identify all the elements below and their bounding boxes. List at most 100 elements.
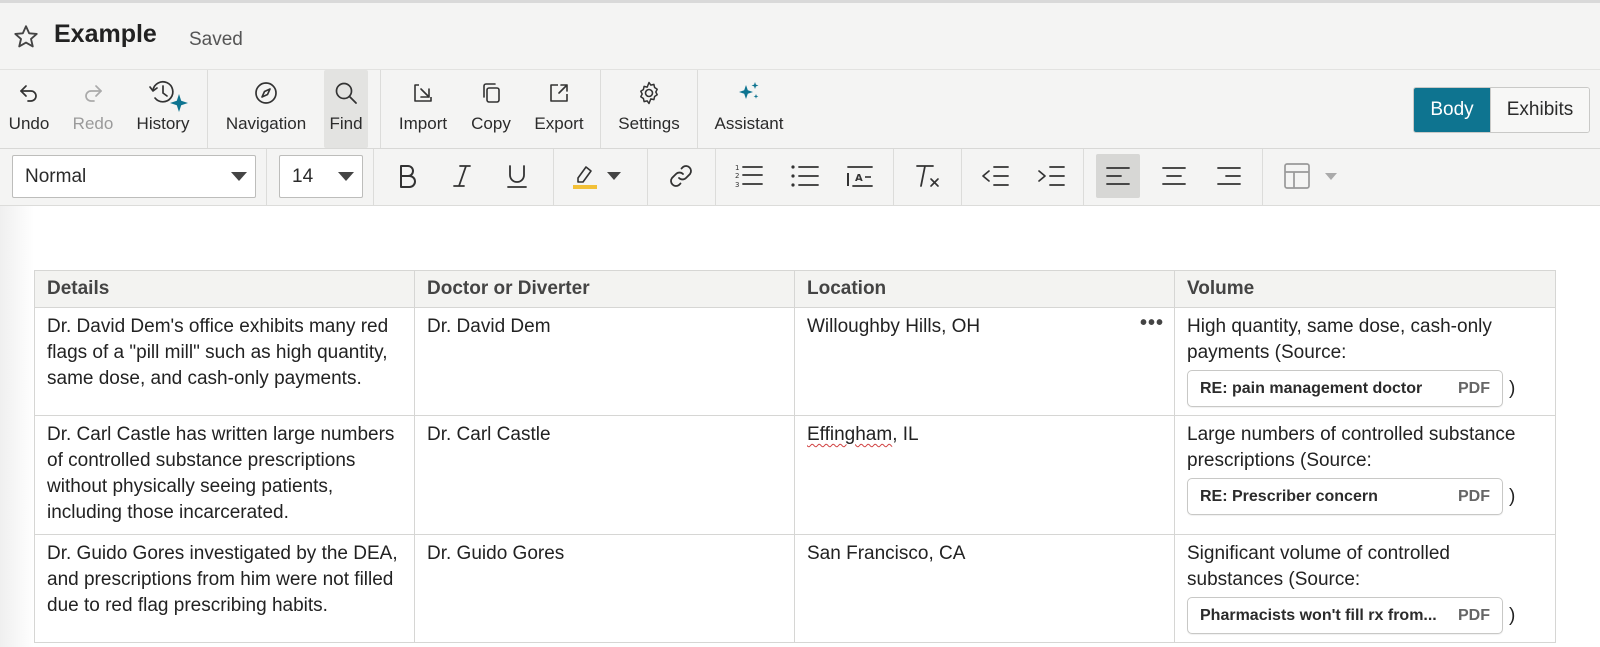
more-options-icon[interactable]: •••: [1140, 310, 1164, 336]
highlight-dropdown-icon[interactable]: [604, 159, 624, 193]
font-size-value: 14: [292, 166, 314, 187]
chevron-down-icon: [231, 172, 247, 181]
paragraph-style-value: Normal: [25, 166, 87, 187]
location-state: , IL: [892, 424, 919, 445]
align-left-icon[interactable]: [1096, 154, 1140, 198]
closing-paren: ): [1509, 485, 1516, 507]
toolbar-divider: [600, 70, 601, 148]
settings-button[interactable]: Settings: [614, 70, 684, 148]
details-cell[interactable]: Dr. David Dem's office exhibits many red…: [34, 307, 415, 416]
undo-button[interactable]: Undo: [4, 70, 54, 148]
table-row: Dr. David Dem's office exhibits many red…: [34, 307, 1556, 416]
attachment-name: RE: Prescriber concern: [1200, 487, 1378, 505]
navigation-label: Navigation: [225, 114, 307, 133]
findings-table: Details Doctor or Diverter Location Volu…: [34, 270, 1556, 643]
link-icon[interactable]: [664, 159, 698, 193]
chevron-down-icon: [338, 172, 354, 181]
source-reference: RE: pain management doctor PDF ): [1187, 370, 1543, 407]
format-divider: [647, 149, 648, 205]
source-reference: RE: Prescriber concern PDF ): [1187, 478, 1543, 515]
table-dropdown-icon[interactable]: [1322, 159, 1340, 193]
source-attachment-chip[interactable]: Pharmacists won't fill rx from... PDF: [1187, 597, 1503, 634]
settings-label: Settings: [618, 114, 680, 133]
file-type-badge: PDF: [1458, 379, 1490, 397]
column-header-details[interactable]: Details: [34, 270, 415, 308]
svg-text:3: 3: [735, 181, 739, 189]
tab-body[interactable]: Body: [1414, 88, 1490, 132]
doctor-cell[interactable]: Dr. David Dem: [414, 307, 795, 416]
underline-icon[interactable]: [500, 159, 534, 193]
toolbar-divider: [697, 70, 698, 148]
copy-button[interactable]: Copy: [466, 70, 516, 148]
navigation-button[interactable]: Navigation: [220, 70, 312, 148]
closing-paren: ): [1509, 604, 1516, 626]
format-divider: [893, 149, 894, 205]
doctor-cell[interactable]: Dr. Carl Castle: [414, 415, 795, 535]
closing-paren: ): [1509, 377, 1516, 399]
misspelled-word[interactable]: Effingham: [807, 424, 892, 445]
file-type-badge: PDF: [1458, 487, 1490, 505]
search-icon: [331, 78, 361, 108]
font-size-select[interactable]: 14: [279, 155, 363, 198]
column-header-doctor[interactable]: Doctor or Diverter: [414, 270, 795, 308]
import-button[interactable]: Import: [394, 70, 452, 148]
details-cell[interactable]: Dr. Guido Gores investigated by the DEA,…: [34, 534, 415, 643]
details-cell[interactable]: Dr. Carl Castle has written large number…: [34, 415, 415, 535]
location-cell[interactable]: Effingham, IL: [794, 415, 1175, 535]
align-right-icon[interactable]: [1212, 159, 1246, 193]
redo-label: Redo: [72, 114, 114, 133]
tab-exhibits[interactable]: Exhibits: [1490, 88, 1589, 132]
format-divider: [266, 149, 267, 205]
undo-label: Undo: [8, 114, 50, 133]
format-divider: [553, 149, 554, 205]
star-icon[interactable]: [12, 23, 40, 51]
volume-cell[interactable]: Large numbers of controlled substance pr…: [1174, 415, 1556, 535]
paragraph-style-select[interactable]: Normal: [12, 155, 256, 198]
view-toggle: Body Exhibits: [1413, 87, 1590, 133]
format-divider: [961, 149, 962, 205]
table-row: Dr. Carl Castle has written large number…: [34, 415, 1556, 535]
italic-icon[interactable]: [445, 159, 479, 193]
volume-cell[interactable]: Significant volume of controlled substan…: [1174, 534, 1556, 643]
table-icon[interactable]: [1280, 159, 1314, 193]
document-title[interactable]: Example: [54, 20, 157, 49]
location-cell[interactable]: ••• Willoughby Hills, OH: [794, 307, 1175, 416]
undo-icon: [14, 78, 44, 108]
align-center-icon[interactable]: [1157, 159, 1191, 193]
attachment-name: RE: pain management doctor: [1200, 379, 1423, 397]
attachment-name: Pharmacists won't fill rx from...: [1200, 606, 1437, 624]
source-attachment-chip[interactable]: RE: Prescriber concern PDF: [1187, 478, 1503, 515]
bold-icon[interactable]: [390, 159, 424, 193]
volume-text: High quantity, same dose, cash-only paym…: [1187, 316, 1492, 363]
copy-label: Copy: [471, 114, 511, 133]
history-button[interactable]: History: [130, 70, 196, 148]
bullet-list-icon[interactable]: [788, 159, 822, 193]
find-button[interactable]: Find: [324, 70, 368, 148]
highlight-icon[interactable]: [568, 159, 602, 193]
column-header-location[interactable]: Location: [794, 270, 1175, 308]
format-toolbar: Normal 14 123 A: [0, 149, 1600, 206]
assistant-button[interactable]: Assistant: [710, 70, 788, 148]
location-cell[interactable]: San Francisco, CA: [794, 534, 1175, 643]
import-label: Import: [398, 114, 448, 133]
format-divider: [373, 149, 374, 205]
volume-text: Significant volume of controlled substan…: [1187, 543, 1450, 590]
source-attachment-chip[interactable]: RE: pain management doctor PDF: [1187, 370, 1503, 407]
numbered-list-icon[interactable]: 123: [732, 159, 766, 193]
format-divider: [715, 149, 716, 205]
copy-icon: [476, 78, 506, 108]
list-style-icon[interactable]: A: [843, 159, 877, 193]
clear-formatting-icon[interactable]: [911, 159, 945, 193]
volume-text: Large numbers of controlled substance pr…: [1187, 424, 1516, 471]
toolbar-divider: [207, 70, 208, 148]
doctor-cell[interactable]: Dr. Guido Gores: [414, 534, 795, 643]
redo-button[interactable]: Redo: [68, 70, 118, 148]
page-gutter: [0, 206, 34, 647]
export-button[interactable]: Export: [530, 70, 588, 148]
outdent-icon[interactable]: [978, 159, 1012, 193]
volume-cell[interactable]: High quantity, same dose, cash-only paym…: [1174, 307, 1556, 416]
toolbar-divider: [380, 70, 381, 148]
column-header-volume[interactable]: Volume: [1174, 270, 1556, 308]
indent-icon[interactable]: [1034, 159, 1068, 193]
title-bar: Example Saved: [0, 3, 1600, 70]
